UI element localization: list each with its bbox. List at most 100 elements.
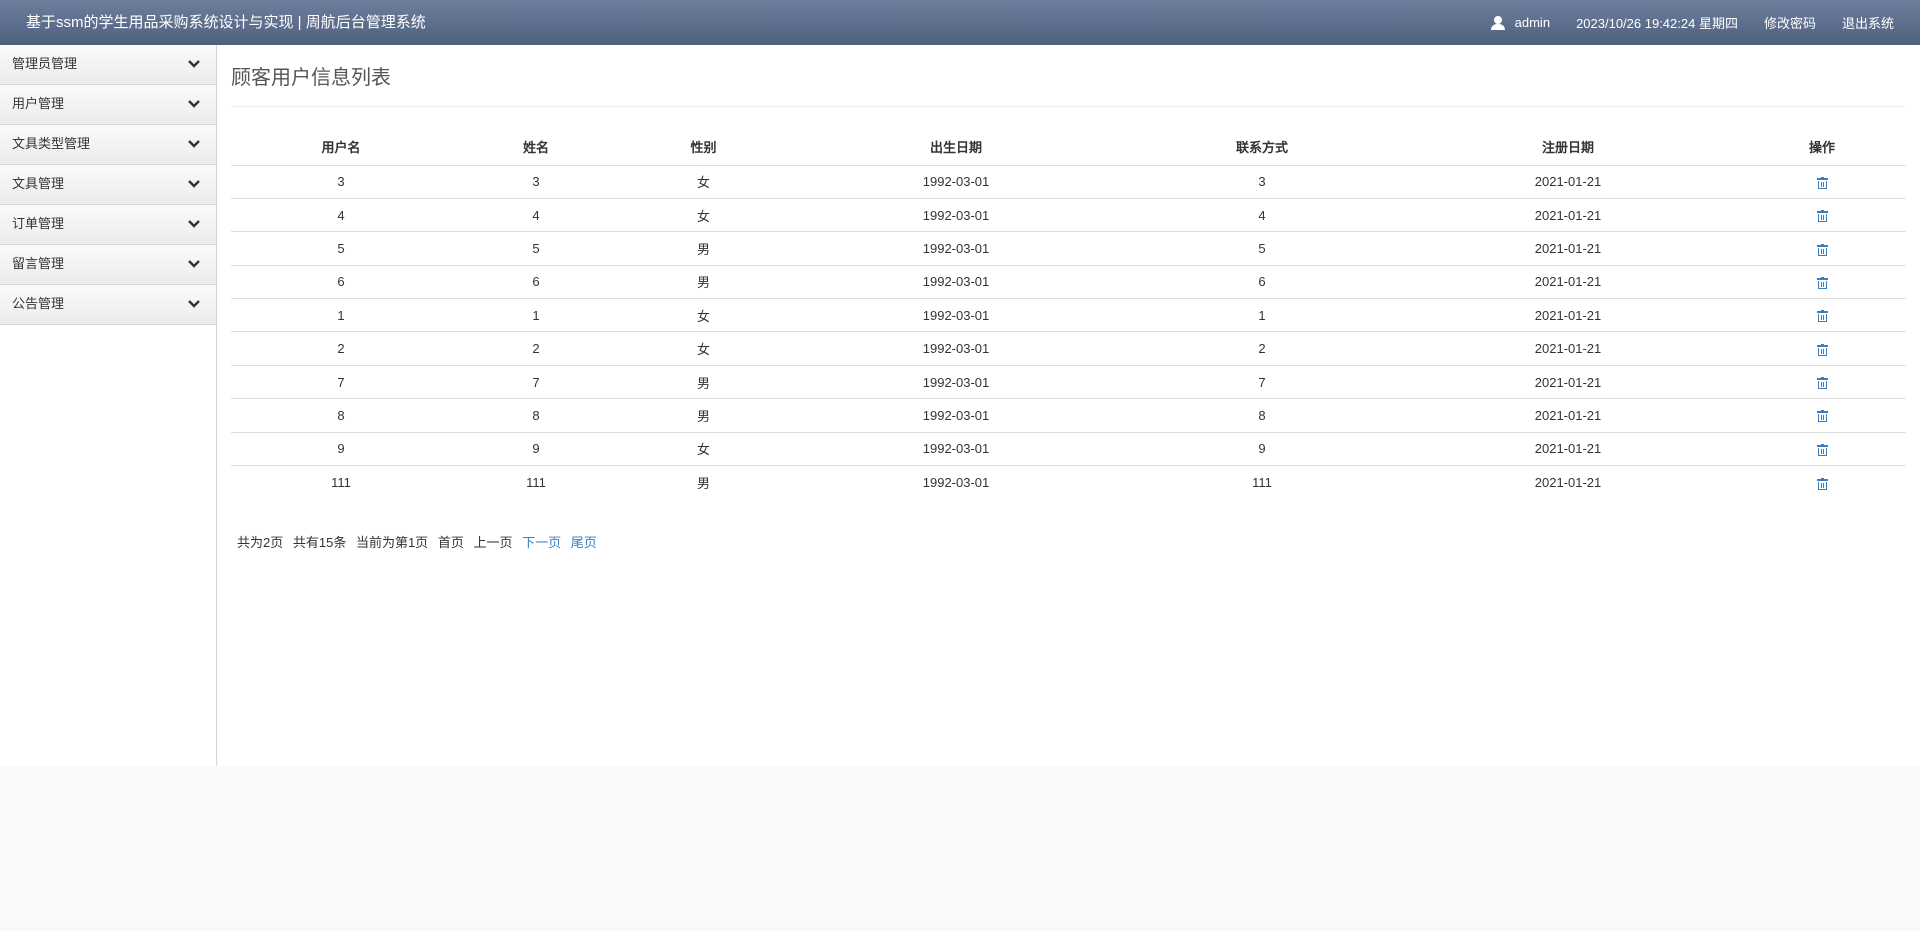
cell-gender: 女 [696,175,710,191]
cell-name: 6 [451,264,621,299]
chevron-down-icon [188,220,200,228]
cell-username: 7 [231,364,451,399]
column-header-name: 姓名 [451,129,621,166]
cell-username: 111 [231,465,451,499]
user-table: 用户名 姓名 性别 出生日期 联系方式 注册日期 操作 3 3 女 1992-0… [231,129,1906,499]
pagination: 共为2页 共有15条 当前为第1页 首页 上一页 下一页 尾页 [237,532,603,551]
cell-name: 4 [451,197,621,232]
sidebar-item-label: 文具类型管理 [12,136,91,151]
table-row: 3 3 女 1992-03-01 3 2021-01-21 [231,165,1906,198]
trash-icon[interactable] [1816,377,1828,390]
cell-name: 3 [532,174,540,190]
cell-gender: 男 [621,264,786,299]
sidebar-item-label: 管理员管理 [12,56,78,71]
pager-first: 首页 [437,535,464,550]
pager-prev: 上一页 [473,535,513,550]
table-row: 4 4 女 1992-03-01 4 2021-01-21 [231,197,1906,232]
sidebar-item-user-management[interactable]: 用户管理 [0,85,216,125]
cell-actions [1738,431,1906,466]
pager-current-page: 当前为第1页 [355,535,429,550]
chevron-down-icon [188,100,200,108]
cell-birth-date: 1992-03-01 [786,231,1126,266]
change-password-link[interactable]: 修改密码 [1764,13,1816,32]
sidebar: 管理员管理 用户管理 文具类型管理 文具管理 订单管理 留言管理 公告管理 [0,45,217,766]
cell-username: 2 [231,331,451,366]
cell-username: 8 [231,398,451,433]
cell-actions [1738,231,1906,266]
column-header-username: 用户名 [231,129,451,166]
chevron-down-icon [188,140,200,148]
title-divider [231,106,1906,107]
sidebar-item-admin-management[interactable]: 管理员管理 [0,45,216,85]
cell-contact: 3 [1258,174,1266,190]
cell-contact: 2 [1126,331,1398,366]
page-title: 顾客用户信息列表 [231,67,391,89]
column-header-actions: 操作 [1738,129,1906,166]
logout-link[interactable]: 退出系统 [1842,13,1894,32]
username: admin [1514,15,1551,30]
column-header-contact: 联系方式 [1126,129,1398,166]
cell-contact: 9 [1126,431,1398,466]
cell-actions [1738,264,1906,299]
chevron-down-icon [188,260,200,268]
trash-icon[interactable] [1816,243,1828,256]
table-header-row: 用户名 姓名 性别 出生日期 联系方式 注册日期 操作 [231,129,1906,166]
cell-contact: 7 [1126,364,1398,399]
cell-name: 1 [451,298,621,332]
cell-gender: 女 [621,197,786,232]
cell-username: 4 [231,197,451,232]
cell-register-date: 2021-01-21 [1398,231,1738,266]
cell-actions [1738,398,1906,433]
trash-icon[interactable] [1816,210,1828,223]
cell-name: 2 [451,331,621,366]
cell-contact: 111 [1126,465,1398,499]
cell-birth-date: 1992-03-01 [786,298,1126,332]
trash-icon[interactable] [1816,310,1828,323]
trash-icon[interactable] [1816,276,1828,289]
cell-actions [1738,165,1906,198]
sidebar-item-label: 订单管理 [12,216,65,231]
cell-register-date: 2021-01-21 [1398,465,1738,499]
cell-username: 6 [231,264,451,299]
cell-contact: 5 [1126,231,1398,266]
sidebar-item-order-management[interactable]: 订单管理 [0,205,216,245]
header-actions: admin 2023/10/26 19:42:24 星期四 修改密码 退出系统 [1490,0,1920,45]
cell-name: 5 [451,231,621,266]
pager-total-records: 共有15条 [292,535,347,550]
table-row: 6 6 男 1992-03-01 6 2021-01-21 [231,264,1906,299]
cell-actions [1738,197,1906,232]
cell-birth-date: 1992-03-01 [786,331,1126,366]
table-row: 5 5 男 1992-03-01 5 2021-01-21 [231,231,1906,266]
cell-birth-date: 1992-03-01 [786,364,1126,399]
table-row: 1 1 女 1992-03-01 1 2021-01-21 [231,298,1906,332]
cell-birth-date: 1992-03-01 [786,398,1126,433]
trash-icon[interactable] [1816,176,1828,189]
cell-register-date: 2021-01-21 [1534,174,1602,190]
pager-last-link[interactable]: 尾页 [571,535,597,550]
cell-username: 3 [337,174,345,190]
sidebar-item-notice-management[interactable]: 公告管理 [0,285,216,325]
trash-icon[interactable] [1816,477,1828,490]
sidebar-item-stationery-type-management[interactable]: 文具类型管理 [0,125,216,165]
sidebar-item-label: 用户管理 [12,96,65,111]
sidebar-item-label: 公告管理 [12,296,65,311]
trash-icon[interactable] [1816,443,1828,456]
trash-icon[interactable] [1816,343,1828,356]
chevron-down-icon [188,300,200,308]
cell-contact: 4 [1126,197,1398,232]
cell-gender: 男 [621,364,786,399]
cell-register-date: 2021-01-21 [1398,398,1738,433]
trash-icon[interactable] [1816,410,1828,423]
table-row: 111 111 男 1992-03-01 111 2021-01-21 [231,465,1906,499]
main-content: 顾客用户信息列表 用户名 姓名 性别 出生日期 联系方式 注册日期 操作 3 3… [218,45,1920,766]
cell-gender: 男 [621,231,786,266]
cell-gender: 男 [621,465,786,499]
cell-birth-date: 1992-03-01 [786,264,1126,299]
user-menu[interactable]: admin [1490,15,1551,30]
column-header-register-date: 注册日期 [1398,129,1738,166]
table-row: 9 9 女 1992-03-01 9 2021-01-21 [231,431,1906,466]
datetime: 2023/10/26 19:42:24 星期四 [1576,16,1738,31]
sidebar-item-message-management[interactable]: 留言管理 [0,245,216,285]
pager-next-link[interactable]: 下一页 [522,535,561,550]
sidebar-item-stationery-management[interactable]: 文具管理 [0,165,216,205]
